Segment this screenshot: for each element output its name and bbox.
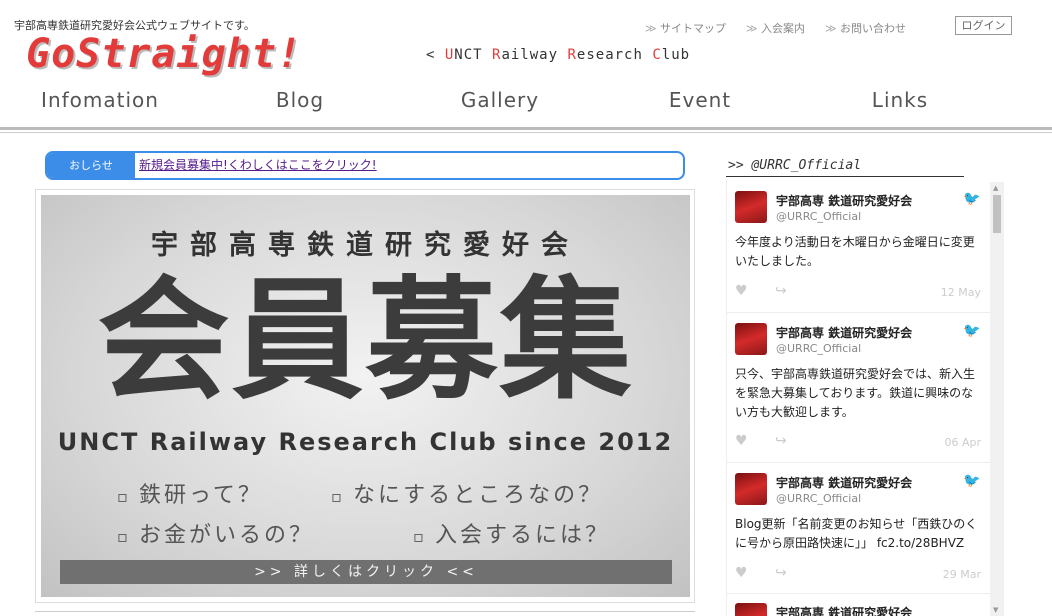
banner-question: 入会するには？ (413, 517, 610, 549)
subtitle-prefix: < (426, 47, 445, 63)
nav-item-gallery[interactable]: Gallery (400, 88, 600, 118)
share-icon[interactable]: ↪ (775, 283, 787, 299)
tweet-divider (726, 312, 990, 313)
twitter-bird-icon[interactable]: 🐦 (963, 323, 980, 339)
nav-item-event[interactable]: Event (600, 88, 800, 118)
tweet[interactable]: 宇部高専 鉄道研究愛好会 @URRC_Official 🐦 Blog更新「名前変… (735, 473, 985, 591)
scroll-up-icon[interactable]: ▲ (993, 184, 998, 192)
tweet-author-handle[interactable]: @URRC_Official (776, 492, 861, 505)
tweet-text: 今年度より活動日を木曜日から金曜日に変更いたしました。 (735, 235, 975, 268)
banner-question: 鉄研って？ (117, 477, 263, 509)
heart-icon[interactable]: ♥ (735, 283, 748, 299)
nav-item-links[interactable]: Links (800, 88, 1000, 118)
login-button[interactable]: ログイン (955, 16, 1012, 35)
top-links: サイトマップ 入会案内 お問い合わせ (645, 20, 906, 36)
tweet-author-name[interactable]: 宇部高専 鉄道研究愛好会 (776, 324, 912, 341)
tweet[interactable]: 宇部高専 鉄道研究愛好会 @URRC_Official 🐦 只今、宇部高専鉄道研… (735, 323, 985, 463)
contact-link[interactable]: お問い合わせ (825, 20, 906, 36)
banner-question: お金がいるの？ (117, 517, 314, 549)
banner-headline: 会員募集 (97, 264, 634, 418)
sitemap-link[interactable]: サイトマップ (645, 20, 726, 36)
subtitle-letter-u: U (444, 47, 455, 63)
share-icon[interactable]: ↪ (775, 565, 787, 581)
nav-item-infomation[interactable]: Infomation (0, 88, 200, 118)
tweet-date[interactable]: 12 May (941, 286, 981, 299)
scroll-down-icon[interactable]: ▼ (993, 606, 998, 614)
subtitle-letter-r: R (567, 47, 577, 63)
avatar[interactable] (735, 603, 767, 616)
subtitle-letter-c: C (652, 47, 662, 63)
banner-club-name: 宇部高専鉄道研究愛好会 (151, 230, 580, 261)
subtitle-part: ailway (501, 47, 568, 63)
tweet-author-handle[interactable]: @URRC_Official (776, 210, 861, 223)
subtitle-part: esearch (576, 47, 653, 63)
notice-link[interactable]: 新規会員募集中!くわしくはここをクリック! (135, 153, 377, 178)
site-logo[interactable]: GoStraight! (26, 31, 302, 77)
share-icon[interactable]: ↪ (775, 433, 787, 449)
tweet-author-name[interactable]: 宇部高専 鉄道研究愛好会 (776, 192, 912, 209)
subtitle-part: lub (661, 47, 691, 63)
tweet-author-name[interactable]: 宇部高専 鉄道研究愛好会 (776, 604, 912, 616)
avatar[interactable] (735, 323, 767, 355)
join-guide-link[interactable]: 入会案内 (746, 20, 805, 36)
avatar[interactable] (735, 191, 767, 223)
tweet-text: 只今、宇部高専鉄道研究愛好会では、新入生を緊急大募集しております。鉄道に興味のな… (735, 367, 976, 419)
twitter-heading[interactable]: >> @URRC_Official (728, 158, 861, 173)
tweet-text: Blog更新「名前変更のお知らせ「西鉄ひのくに号から原田路快速に」」 fc2.t… (735, 517, 978, 550)
site-subtitle: < UNCT Railway Research Club (426, 47, 690, 63)
content-divider (35, 611, 695, 612)
banner-question: なにするところなの？ (331, 477, 603, 509)
tweet-divider (726, 593, 990, 594)
twitter-heading-underline (726, 176, 964, 177)
notice-label: おしらせ (47, 153, 135, 178)
banner-english: UNCT Railway Research Club since 2012 (57, 428, 674, 456)
tweet-author-name[interactable]: 宇部高専 鉄道研究愛好会 (776, 474, 912, 491)
scrollbar-thumb[interactable] (993, 195, 1001, 233)
twitter-bird-icon[interactable]: 🐦 (963, 191, 980, 207)
tweet[interactable]: 宇部高専 鉄道研究愛好会 (735, 603, 985, 616)
nav-divider (0, 127, 1052, 130)
heart-icon[interactable]: ♥ (735, 565, 748, 581)
tweet[interactable]: 宇部高専 鉄道研究愛好会 @URRC_Official 🐦 今年度より活動日を木… (735, 191, 985, 309)
notice-bar: おしらせ 新規会員募集中!くわしくはここをクリック! (45, 151, 685, 180)
main-nav: Infomation Blog Gallery Event Links (0, 88, 1052, 118)
tweet-date[interactable]: 29 Mar (943, 568, 981, 581)
nav-item-blog[interactable]: Blog (200, 88, 400, 118)
recruit-banner[interactable]: 宇部高専鉄道研究愛好会 会員募集 UNCT Railway Research C… (41, 195, 690, 597)
heart-icon[interactable]: ♥ (735, 433, 748, 449)
subtitle-part: NCT (454, 47, 493, 63)
twitter-bird-icon[interactable]: 🐦 (963, 473, 980, 489)
tweet-divider (726, 462, 990, 463)
tweet-author-handle[interactable]: @URRC_Official (776, 342, 861, 355)
nav-divider-thin (0, 132, 1052, 133)
banner-details-button[interactable]: >> 詳しくはクリック << (60, 560, 672, 584)
tweet-date[interactable]: 06 Apr (944, 436, 981, 449)
avatar[interactable] (735, 473, 767, 505)
timeline-scrollbar[interactable]: ▲ ▼ (990, 182, 1004, 616)
